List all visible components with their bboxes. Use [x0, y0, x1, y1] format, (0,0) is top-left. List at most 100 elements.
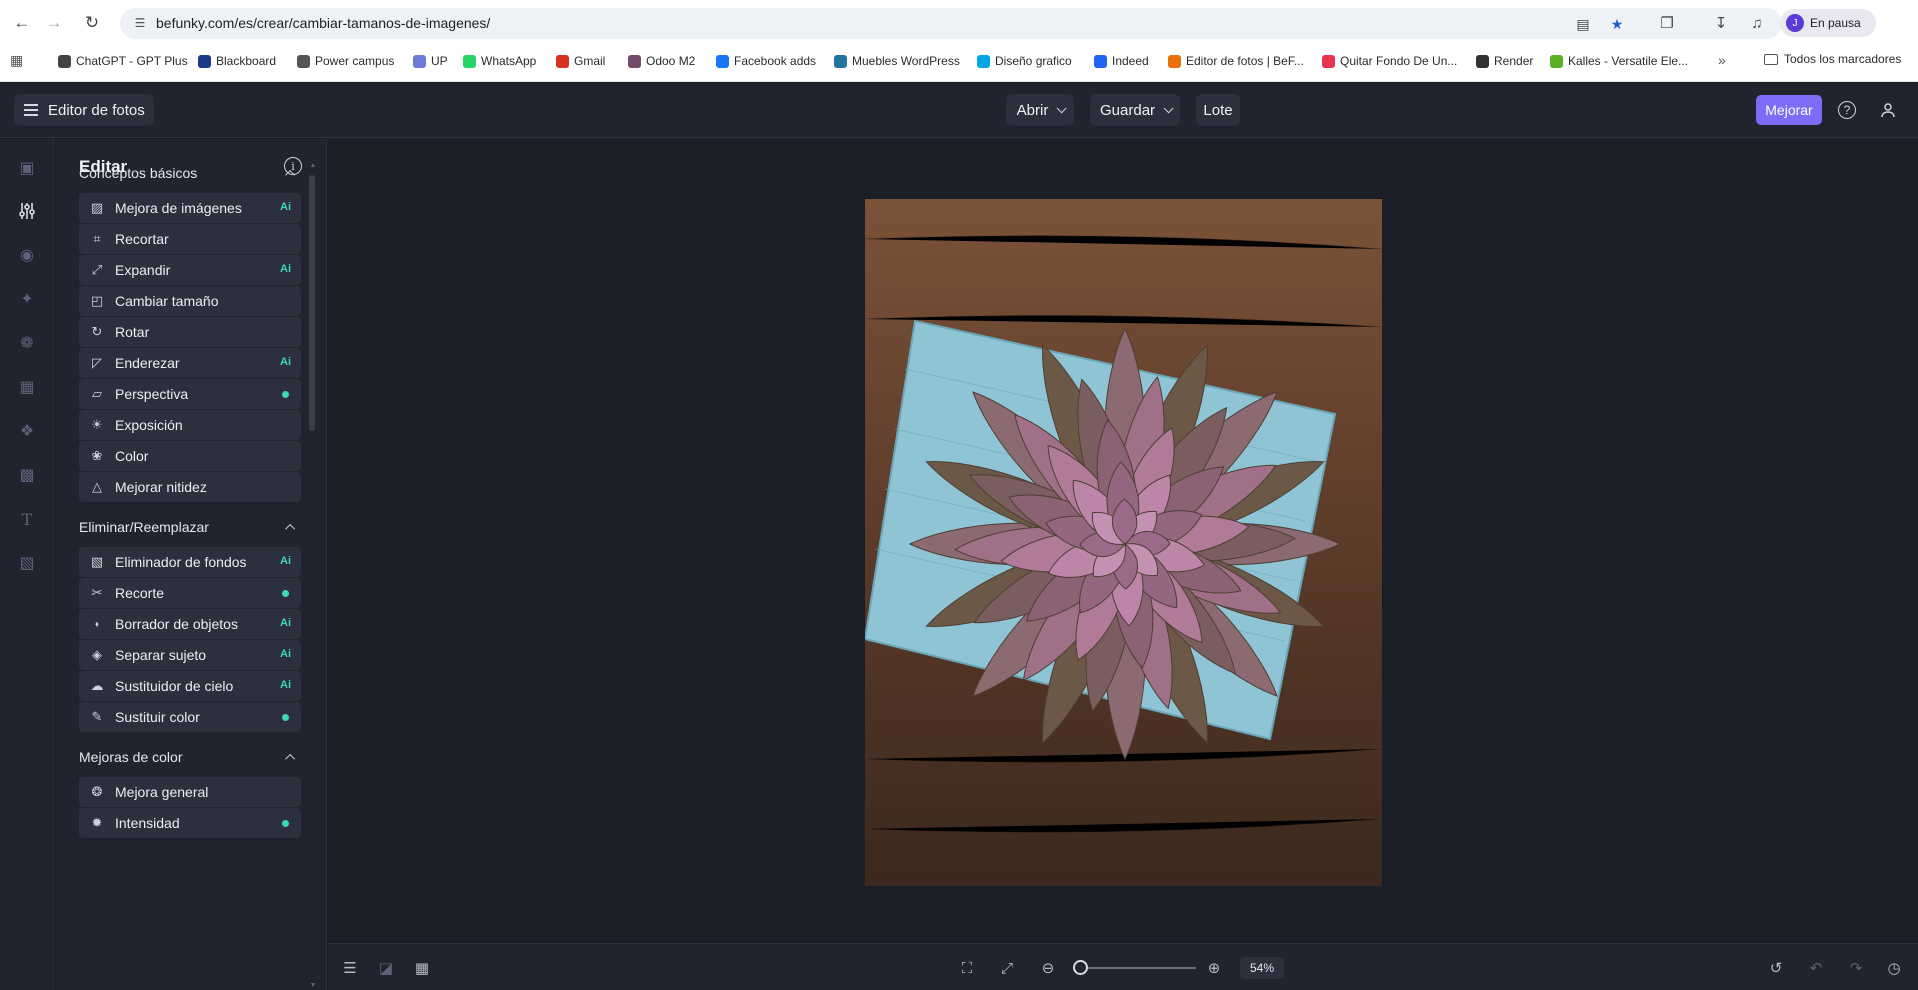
edit-sliders-icon[interactable]: [15, 199, 39, 223]
tool-item[interactable]: ☁ Sustituidor de cielo Ai: [79, 671, 301, 701]
site-info-icon[interactable]: ☰: [132, 15, 148, 31]
bookmark-label: WhatsApp: [481, 54, 537, 68]
collage-icon[interactable]: ▧: [15, 551, 39, 575]
help-icon[interactable]: ?: [1838, 101, 1856, 119]
apps-grid-icon[interactable]: ▦: [10, 52, 23, 69]
bookmark-item[interactable]: Kalles - Versatile Ele...: [1550, 52, 1688, 70]
reload-icon[interactable]: ↻: [80, 11, 104, 35]
save-button[interactable]: Guardar: [1090, 94, 1180, 126]
bookmark-item[interactable]: Facebook adds: [716, 52, 816, 70]
extensions-icon[interactable]: ❐: [1656, 12, 1678, 34]
bookmark-item[interactable]: Diseño grafico: [977, 52, 1072, 70]
tool-item[interactable]: ▱ Perspectiva: [79, 379, 301, 409]
actual-size-icon[interactable]: ⤢: [995, 956, 1019, 980]
url-text[interactable]: befunky.com/es/crear/cambiar-tamanos-de-…: [156, 15, 490, 31]
compare-icon[interactable]: ◪: [374, 956, 398, 980]
bookmark-item[interactable]: Indeed: [1094, 52, 1149, 70]
profile-button[interactable]: J En pausa: [1780, 9, 1876, 37]
eye-icon[interactable]: ◉: [15, 243, 39, 267]
tool-item[interactable]: ⤢ Expandir Ai: [79, 255, 301, 285]
open-button[interactable]: Abrir: [1006, 94, 1074, 126]
graphics-icon[interactable]: ❖: [15, 419, 39, 443]
install-app-icon[interactable]: ▤: [1574, 15, 1592, 33]
section-header[interactable]: Mejoras de color: [79, 747, 301, 767]
section-header[interactable]: Eliminar/Reemplazar: [79, 517, 301, 537]
frames-icon[interactable]: ▦: [15, 375, 39, 399]
tool-item[interactable]: ✂ Recorte: [79, 578, 301, 608]
bookmark-favicon-icon: [1168, 54, 1181, 68]
textures-icon[interactable]: ▩: [15, 463, 39, 487]
tool-item[interactable]: ▨ Mejora de imágenes Ai: [79, 193, 301, 223]
bookmark-item[interactable]: Render: [1476, 52, 1533, 70]
bookmark-item[interactable]: Editor de fotos | BeF...: [1168, 52, 1304, 70]
fit-screen-icon[interactable]: ⛶: [955, 956, 979, 980]
history-icon[interactable]: ◷: [1882, 956, 1906, 980]
scroll-down-icon[interactable]: ▼: [309, 982, 317, 989]
layers-icon[interactable]: ☰: [338, 956, 362, 980]
zoom-value[interactable]: 54%: [1240, 957, 1284, 979]
panel-scrollbar[interactable]: [309, 175, 315, 431]
bookmark-item[interactable]: Odoo M2: [628, 52, 695, 70]
ai-badge: Ai: [280, 555, 291, 567]
zoom-slider-track[interactable]: [1074, 967, 1196, 969]
address-bar[interactable]: ☰ befunky.com/es/crear/cambiar-tamanos-d…: [120, 8, 1782, 39]
redo-icon[interactable]: ↷: [1844, 956, 1868, 980]
tool-item[interactable]: ☀ Exposición: [79, 410, 301, 440]
undo-icon[interactable]: ↶: [1804, 956, 1828, 980]
media-control-icon[interactable]: ♫: [1746, 12, 1768, 34]
batch-label: Lote: [1203, 101, 1233, 119]
bookmark-label: Quitar Fondo De Un...: [1340, 54, 1458, 68]
tool-item[interactable]: ❀ Color: [79, 441, 301, 471]
account-icon[interactable]: [1876, 98, 1900, 122]
tool-item[interactable]: ✎ Sustituir color: [79, 702, 301, 732]
tool-item[interactable]: ↻ Rotar: [79, 317, 301, 347]
bookmark-item[interactable]: Muebles WordPress: [834, 52, 960, 70]
bookmark-star-icon[interactable]: ★: [1608, 15, 1626, 33]
grid-view-icon[interactable]: ▦: [410, 956, 434, 980]
back-icon[interactable]: ←: [10, 11, 34, 35]
bookmark-item[interactable]: Blackboard: [198, 52, 276, 70]
artsy-icon[interactable]: ❁: [15, 331, 39, 355]
chevron-up-icon: [285, 753, 296, 764]
tool-item[interactable]: ◸ Enderezar Ai: [79, 348, 301, 378]
scroll-up-icon[interactable]: ▲: [309, 162, 317, 169]
bookmark-favicon-icon: [297, 54, 310, 68]
app-header: Editor de fotos Abrir Guardar Lote Mejor…: [0, 82, 1918, 138]
bookmark-item[interactable]: Power campus: [297, 52, 394, 70]
batch-button[interactable]: Lote: [1196, 94, 1240, 126]
tool-item[interactable]: ▧ Eliminador de fondos Ai: [79, 547, 301, 577]
more-bookmarks-icon[interactable]: »: [1718, 52, 1726, 68]
downloads-icon[interactable]: ↧: [1710, 12, 1732, 34]
all-bookmarks-button[interactable]: Todos los marcadores: [1764, 52, 1901, 66]
tool-item[interactable]: △ Mejorar nitidez: [79, 472, 301, 502]
tool-item[interactable]: ✹ Intensidad: [79, 808, 301, 838]
bookmark-item[interactable]: ChatGPT - GPT Plus: [58, 52, 188, 70]
tool-item[interactable]: ⌗ Recortar: [79, 224, 301, 254]
image-manager-icon[interactable]: ▣: [15, 156, 39, 180]
upgrade-button[interactable]: Mejorar: [1756, 95, 1822, 125]
forward-icon[interactable]: →: [42, 11, 66, 35]
tool-item[interactable]: ◰ Cambiar tamaño: [79, 286, 301, 316]
tool-label: Borrador de objetos: [115, 616, 238, 632]
tool-item[interactable]: ❂ Mejora general: [79, 777, 301, 807]
bookmark-item[interactable]: UP: [413, 52, 448, 70]
zoom-slider-handle[interactable]: [1073, 960, 1089, 975]
canvas-area[interactable]: [328, 139, 1918, 943]
reset-icon[interactable]: ↺: [1764, 956, 1788, 980]
ai-tools-icon[interactable]: ✦: [15, 287, 39, 311]
tool-rail: ▣ ◉ ✦ ❁ ▦ ❖ ▩ T ▧: [0, 139, 54, 990]
bookmark-label: Editor de fotos | BeF...: [1186, 54, 1304, 68]
text-icon[interactable]: T: [15, 507, 39, 531]
bookmark-item[interactable]: Quitar Fondo De Un...: [1322, 52, 1457, 70]
tool-item[interactable]: ◈ Separar sujeto Ai: [79, 640, 301, 670]
editor-menu-button[interactable]: Editor de fotos: [14, 94, 154, 126]
bookmark-item[interactable]: Gmail: [556, 52, 605, 70]
zoom-in-icon[interactable]: ⊕: [1202, 956, 1226, 980]
zoom-out-icon[interactable]: ⊖: [1036, 956, 1060, 980]
bookmark-item[interactable]: WhatsApp: [463, 52, 536, 70]
tool-item[interactable]: ⬪ Borrador de objetos Ai: [79, 609, 301, 639]
section-title: Conceptos básicos: [79, 165, 198, 181]
tool-label: Expandir: [115, 262, 171, 278]
section-header[interactable]: Conceptos básicos: [79, 163, 301, 183]
photo-succulent[interactable]: [865, 199, 1382, 886]
